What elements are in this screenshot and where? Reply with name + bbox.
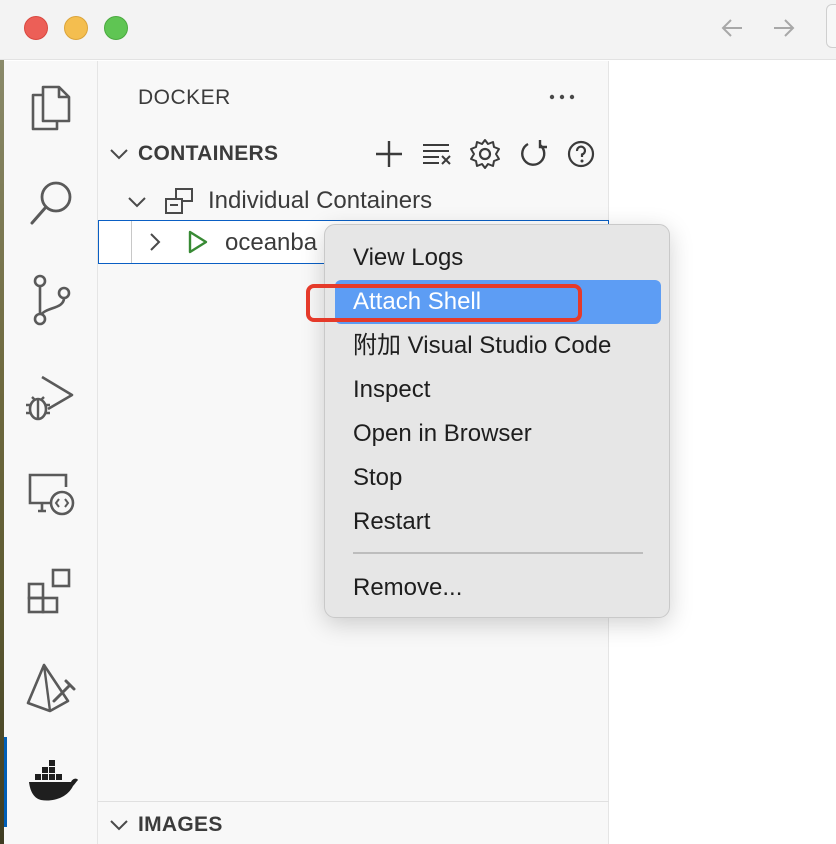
menu-item-remove[interactable]: Remove... <box>335 566 661 610</box>
search-icon <box>30 181 72 225</box>
extensions-icon <box>27 568 71 614</box>
container-group-icon <box>165 188 193 214</box>
images-section-header[interactable]: IMAGES <box>98 805 609 844</box>
chevron-right-icon <box>150 233 161 251</box>
activity-bar <box>4 61 98 844</box>
clear-list-button[interactable] <box>418 135 456 173</box>
chevron-down-icon <box>110 149 128 160</box>
tree-group-individual-containers[interactable]: Individual Containers <box>98 179 609 223</box>
back-arrow-icon[interactable] <box>716 12 748 44</box>
minimize-window-button[interactable] <box>64 16 88 40</box>
activity-remote-explorer[interactable] <box>4 451 98 541</box>
close-window-button[interactable] <box>24 16 48 40</box>
refresh-button[interactable] <box>514 135 552 173</box>
run-debug-icon <box>26 375 74 421</box>
menu-item-stop[interactable]: Stop <box>335 456 661 500</box>
forward-arrow-icon[interactable] <box>768 12 800 44</box>
section-divider <box>98 801 609 802</box>
menu-item-attach-vscode[interactable]: 附加 Visual Studio Code <box>335 324 661 368</box>
context-menu: View Logs Attach Shell 附加 Visual Studio … <box>324 224 670 618</box>
prisma-icon <box>26 663 76 713</box>
zoom-window-button[interactable] <box>104 16 128 40</box>
activity-run-debug[interactable] <box>4 353 98 443</box>
containers-section-header[interactable]: CONTAINERS <box>98 134 609 174</box>
group-label: Individual Containers <box>208 187 433 214</box>
indent-guide <box>131 221 132 263</box>
explorer-icon <box>31 85 71 131</box>
help-icon <box>567 140 595 168</box>
activity-docker[interactable] <box>4 737 98 827</box>
refresh-icon <box>521 140 547 166</box>
menu-item-attach-shell[interactable]: Attach Shell <box>335 280 661 324</box>
clear-list-icon <box>423 144 451 165</box>
menu-item-restart[interactable]: Restart <box>335 500 661 544</box>
docker-icon <box>28 760 78 801</box>
chevron-down-icon <box>110 820 128 831</box>
activity-source-control[interactable] <box>4 255 98 345</box>
more-actions-icon[interactable] <box>546 81 578 113</box>
containers-section-label: CONTAINERS <box>138 142 279 165</box>
gear-icon <box>470 139 500 169</box>
containers-section-actions <box>370 134 600 174</box>
container-label: oceanba <box>225 229 318 256</box>
window-titlebar <box>0 0 836 60</box>
menu-separator <box>353 552 643 554</box>
activity-extensions[interactable] <box>4 547 98 637</box>
menu-item-view-logs[interactable]: View Logs <box>335 236 661 280</box>
activity-search[interactable] <box>4 159 98 249</box>
chevron-down-icon <box>128 197 146 208</box>
help-button[interactable] <box>562 135 600 173</box>
add-icon <box>376 141 402 167</box>
titlebar-edge-control <box>826 4 836 48</box>
sidebar-title: DOCKER <box>138 86 231 109</box>
remote-explorer-icon <box>28 473 75 516</box>
settings-button[interactable] <box>466 135 504 173</box>
activity-prisma[interactable] <box>4 643 98 733</box>
menu-item-open-browser[interactable]: Open in Browser <box>335 412 661 456</box>
activity-explorer[interactable] <box>4 61 98 151</box>
images-section-label: IMAGES <box>138 813 223 836</box>
play-running-icon <box>188 230 208 254</box>
source-control-icon <box>33 274 71 326</box>
add-button[interactable] <box>370 135 408 173</box>
menu-item-inspect[interactable]: Inspect <box>335 368 661 412</box>
